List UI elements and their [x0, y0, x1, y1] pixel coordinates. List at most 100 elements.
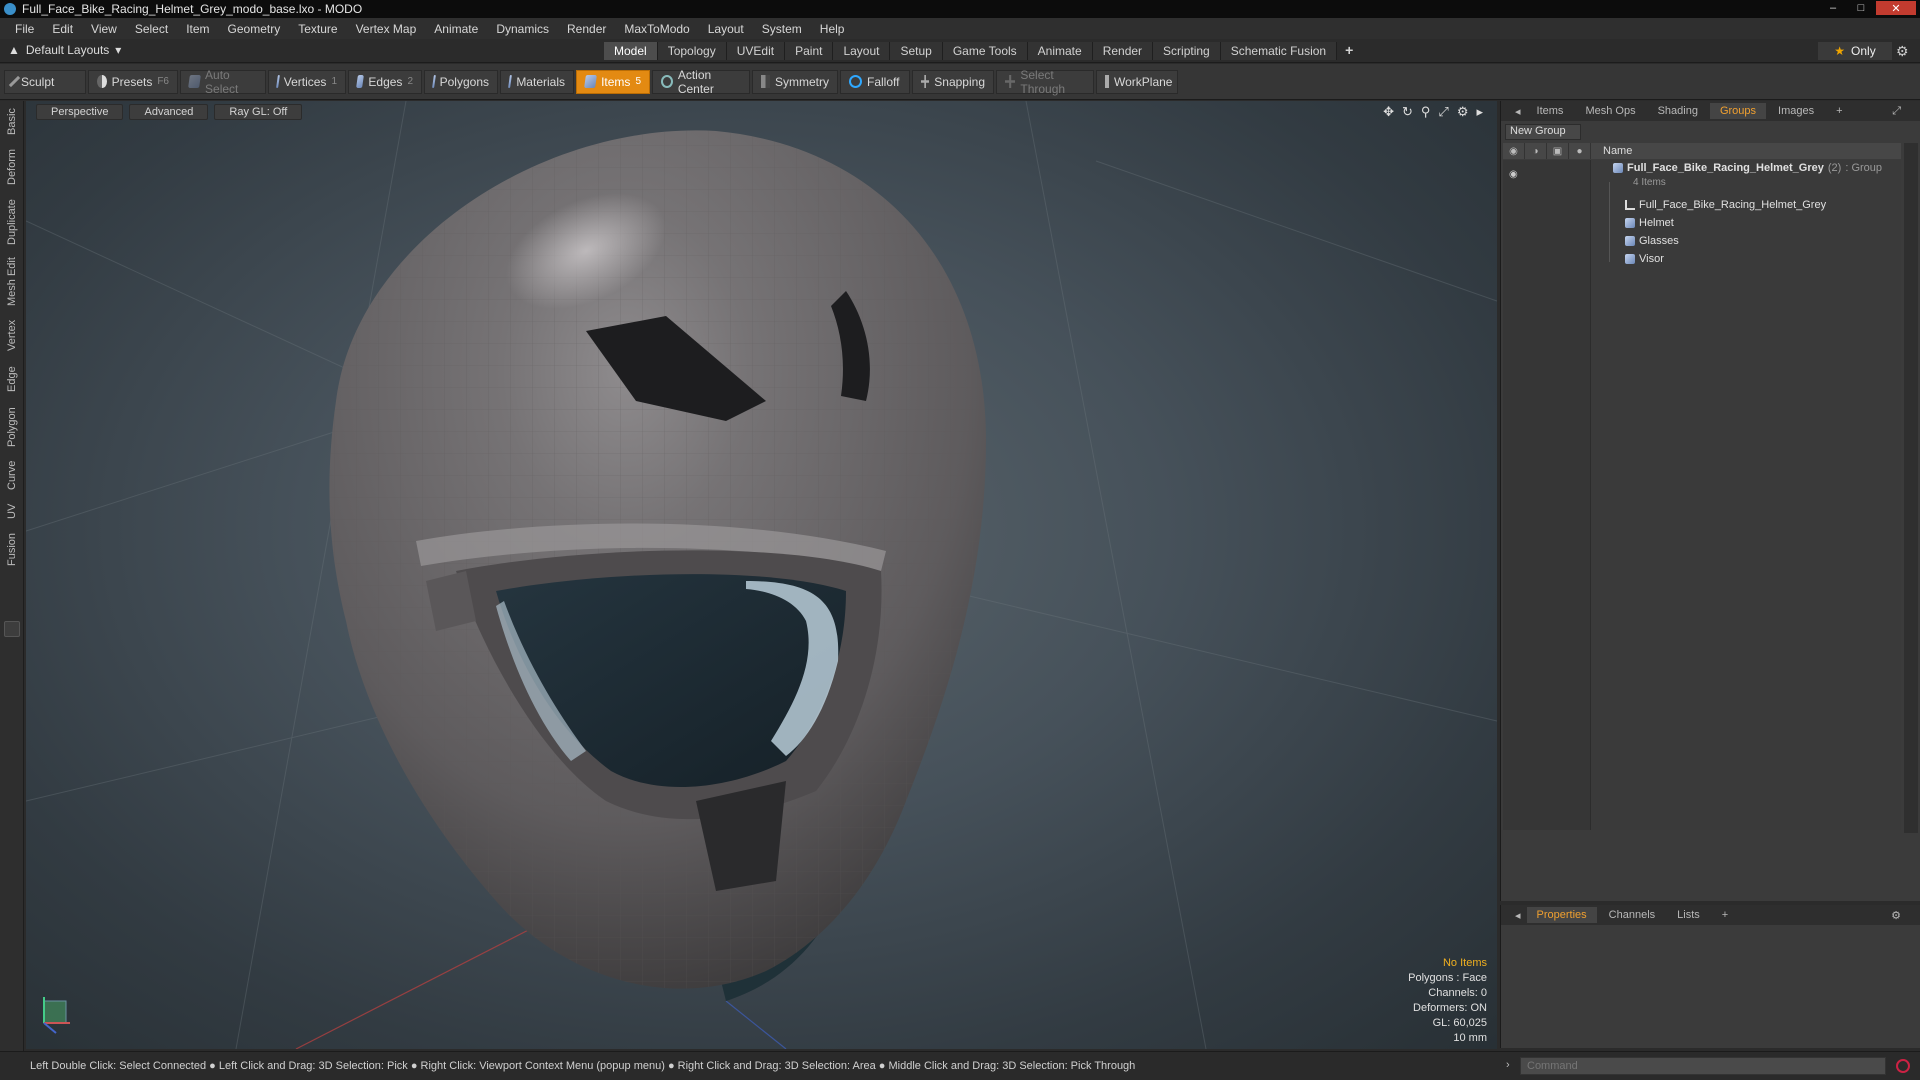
tab-layout[interactable]: Layout	[833, 42, 891, 60]
left-tab-basic[interactable]: Basic	[4, 105, 20, 139]
group-row[interactable]: ◉ Full_Face_Bike_Racing_Helmet_Grey (2) …	[1503, 162, 1901, 188]
menu-render[interactable]: Render	[558, 22, 615, 36]
tool-palette-toggle[interactable]	[4, 621, 20, 637]
menu-texture[interactable]: Texture	[289, 22, 346, 36]
tab-lists[interactable]: Lists	[1667, 907, 1710, 923]
minimize-button[interactable]: –	[1820, 1, 1846, 15]
record-macro-icon[interactable]	[1896, 1059, 1910, 1073]
gear-icon[interactable]: ⚙	[1896, 43, 1909, 60]
add-tab-button[interactable]: +	[1337, 42, 1361, 60]
lock-column-icon[interactable]: ▣	[1547, 143, 1569, 159]
list-item[interactable]: Glasses	[1503, 232, 1901, 250]
add-panel-tab-button[interactable]: +	[1712, 907, 1738, 923]
viewport-menu-icon[interactable]: ▸	[1476, 104, 1483, 120]
view-type-dropdown[interactable]: Perspective	[36, 104, 124, 120]
layout-tabs: Model Topology UVEdit Paint Layout Setup…	[604, 42, 1361, 60]
tab-model[interactable]: Model	[604, 42, 658, 60]
left-tab-uv[interactable]: UV	[4, 499, 20, 523]
menu-select[interactable]: Select	[126, 22, 177, 36]
menu-system[interactable]: System	[753, 22, 811, 36]
shading-mode-dropdown[interactable]: Advanced	[129, 104, 209, 120]
list-item[interactable]: Helmet	[1503, 214, 1901, 232]
command-input[interactable]	[1520, 1057, 1886, 1075]
eye-icon[interactable]: ◉	[1509, 169, 1521, 180]
maximize-button[interactable]: □	[1848, 1, 1874, 15]
menu-vertex-map[interactable]: Vertex Map	[347, 22, 426, 36]
tab-uvedit[interactable]: UVEdit	[726, 42, 786, 60]
presets-button[interactable]: Presets F6	[88, 69, 178, 94]
3d-viewport[interactable]: Perspective Advanced Ray GL: Off ✥ ↻ ⚲ ⤢…	[26, 101, 1497, 1049]
menu-file[interactable]: File	[6, 22, 43, 36]
zoom-icon[interactable]: ⚲	[1421, 104, 1431, 120]
panel-settings-icon[interactable]: ⚙	[1881, 907, 1911, 924]
tab-topology[interactable]: Topology	[657, 42, 727, 60]
left-tab-polygon[interactable]: Polygon	[4, 403, 20, 451]
menu-maxtomodo[interactable]: MaxToModo	[615, 22, 698, 36]
tab-channels[interactable]: Channels	[1599, 907, 1665, 923]
menu-geometry[interactable]: Geometry	[219, 22, 290, 36]
left-tab-edge[interactable]: Edge	[4, 361, 20, 397]
action-center-button[interactable]: Action Center	[652, 68, 750, 96]
rotate-icon[interactable]: ↻	[1402, 104, 1413, 120]
tab-setup[interactable]: Setup	[890, 42, 943, 60]
visibility-column-icon[interactable]: ◉	[1503, 143, 1525, 159]
tab-schematic-fusion[interactable]: Schematic Fusion	[1220, 42, 1338, 60]
tab-animate[interactable]: Animate	[1027, 42, 1093, 60]
viewport-settings-icon[interactable]: ⚙	[1457, 104, 1469, 120]
tab-paint[interactable]: Paint	[785, 42, 834, 60]
close-button[interactable]: ✕	[1876, 1, 1916, 15]
items-button[interactable]: Items 5	[576, 69, 650, 94]
tab-mesh-ops[interactable]: Mesh Ops	[1575, 103, 1645, 119]
menu-help[interactable]: Help	[811, 22, 854, 36]
panel-menu-icon[interactable]: ◂	[1511, 105, 1525, 118]
tab-shading[interactable]: Shading	[1648, 103, 1708, 119]
materials-button[interactable]: Materials	[500, 69, 574, 94]
left-tab-vertex[interactable]: Vertex	[4, 315, 20, 355]
tab-render[interactable]: Render	[1092, 42, 1154, 60]
select-through-button[interactable]: Select Through	[996, 68, 1094, 96]
left-tab-duplicate[interactable]: Duplicate	[4, 195, 20, 249]
tab-groups[interactable]: Groups	[1709, 103, 1767, 119]
left-tab-curve[interactable]: Curve	[4, 457, 20, 493]
panel-menu-icon[interactable]: ◂	[1511, 909, 1525, 922]
add-panel-tab-button[interactable]: +	[1826, 103, 1852, 119]
menu-item[interactable]: Item	[177, 22, 218, 36]
expand-panel-icon[interactable]: ⤢	[1882, 103, 1911, 120]
edges-button[interactable]: Edges 2	[348, 69, 422, 94]
list-item[interactable]: Full_Face_Bike_Racing_Helmet_Grey	[1503, 196, 1901, 214]
tab-scripting[interactable]: Scripting	[1153, 42, 1221, 60]
menu-dynamics[interactable]: Dynamics	[487, 22, 558, 36]
pan-icon[interactable]: ✥	[1383, 104, 1394, 120]
menu-layout[interactable]: Layout	[699, 22, 753, 36]
render-column-icon[interactable]: ◑	[1525, 143, 1547, 159]
menu-animate[interactable]: Animate	[425, 22, 487, 36]
tab-items[interactable]: Items	[1527, 103, 1574, 119]
only-button[interactable]: ★ Only	[1818, 42, 1892, 60]
new-group-button[interactable]: New Group	[1505, 124, 1581, 140]
fit-icon[interactable]: ⤢	[1438, 104, 1448, 120]
menu-view[interactable]: View	[82, 22, 126, 36]
falloff-button[interactable]: Falloff	[840, 69, 910, 94]
left-tab-fusion[interactable]: Fusion	[4, 529, 20, 569]
tab-game-tools[interactable]: Game Tools	[942, 42, 1028, 60]
name-column-header[interactable]: Name	[1603, 145, 1632, 157]
symmetry-button[interactable]: Symmetry	[752, 69, 838, 94]
snapping-button[interactable]: Snapping	[912, 69, 994, 94]
select-column-icon[interactable]: ●	[1569, 143, 1591, 159]
workplane-button[interactable]: WorkPlane	[1096, 69, 1178, 94]
sculpt-button[interactable]: Sculpt	[4, 69, 86, 94]
command-history-icon[interactable]: ›	[1506, 1059, 1510, 1071]
raygl-toggle[interactable]: Ray GL: Off	[214, 104, 303, 120]
polygons-button[interactable]: Polygons	[424, 69, 498, 94]
tab-images[interactable]: Images	[1768, 103, 1824, 119]
layouts-dropdown[interactable]: ▲ Default Layouts ▾	[8, 43, 121, 57]
left-tab-deform[interactable]: Deform	[4, 145, 20, 189]
list-item[interactable]: Visor	[1503, 250, 1901, 268]
menu-edit[interactable]: Edit	[43, 22, 82, 36]
groups-scrollbar[interactable]	[1904, 143, 1918, 833]
tab-properties[interactable]: Properties	[1526, 907, 1597, 923]
left-tab-mesh-edit[interactable]: Mesh Edit	[4, 255, 20, 309]
left-tool-tabs: Basic Deform Duplicate Mesh Edit Vertex …	[0, 101, 24, 1051]
auto-select-button[interactable]: Auto Select	[180, 68, 266, 96]
vertices-button[interactable]: Vertices 1	[268, 69, 346, 94]
